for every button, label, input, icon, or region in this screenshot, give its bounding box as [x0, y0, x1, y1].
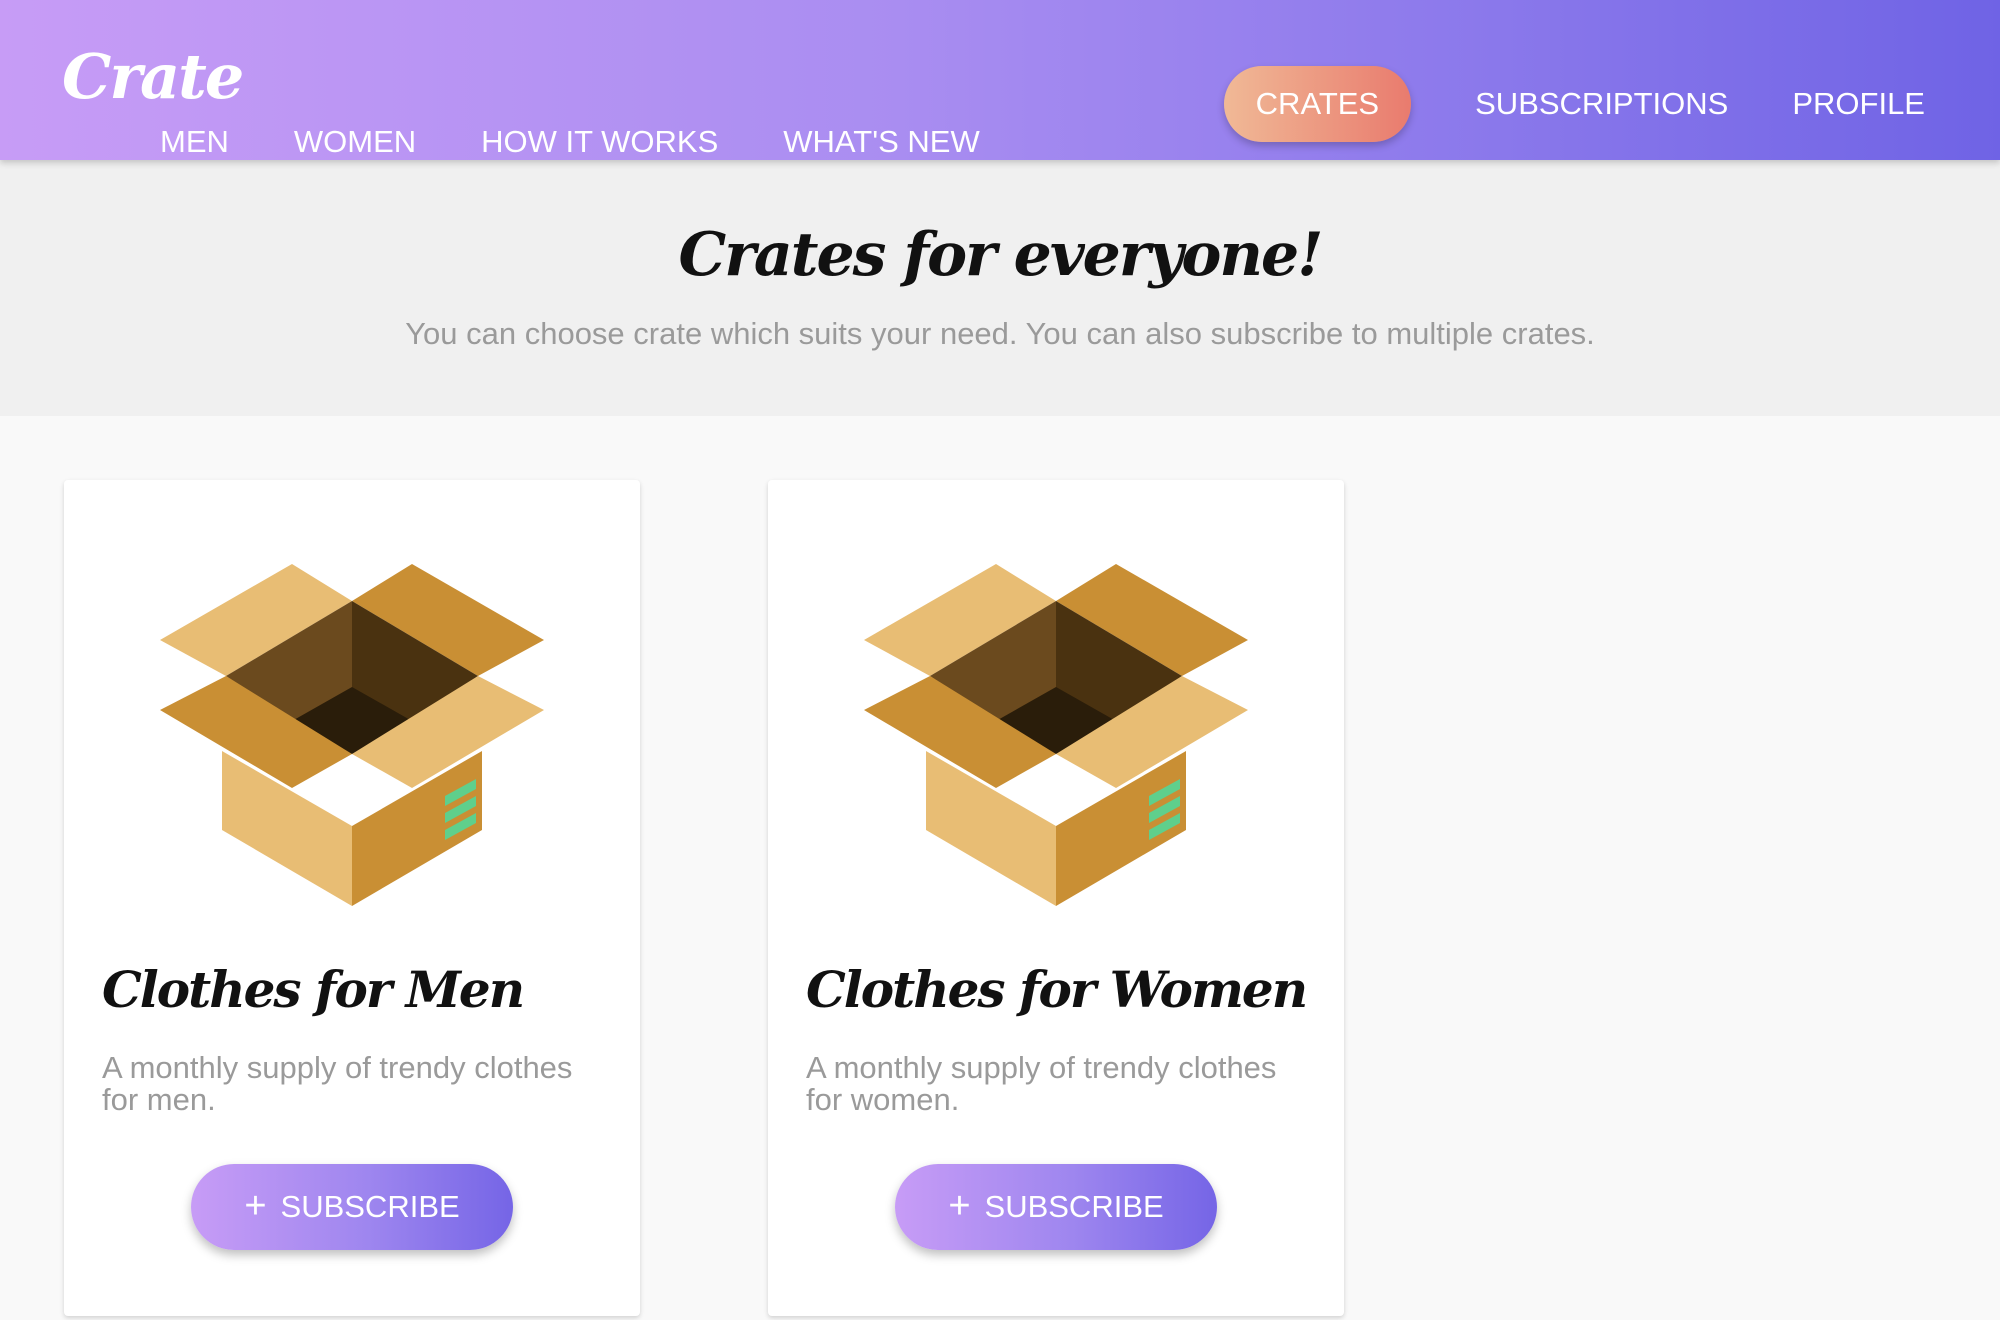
nav-link-subscriptions[interactable]: SUBSCRIPTIONS [1475, 86, 1728, 122]
plus-icon: + [244, 1185, 267, 1227]
subscribe-button[interactable]: + SUBSCRIBE [191, 1164, 513, 1250]
nav-link-women[interactable]: WOMEN [294, 124, 416, 164]
subscribe-button-label: SUBSCRIBE [280, 1189, 460, 1224]
open-box-icon [864, 564, 1248, 906]
hero-section: Crates for everyone! You can choose crat… [0, 160, 2000, 416]
crate-card-men: Clothes for Men A monthly supply of tren… [64, 480, 640, 1316]
page-title: Crates for everyone! [678, 220, 1324, 290]
nav-link-whats-new[interactable]: WHAT'S NEW [783, 124, 980, 164]
nav-link-men[interactable]: MEN [160, 124, 229, 164]
card-description: A monthly supply of trendy clothes for m… [102, 1050, 573, 1117]
subscribe-button-label: SUBSCRIBE [984, 1189, 1164, 1224]
nav-link-how-it-works[interactable]: HOW IT WORKS [481, 124, 718, 164]
crate-card-women: Clothes for Women A monthly supply of tr… [768, 480, 1344, 1316]
logo[interactable]: Crate [62, 40, 244, 113]
nav-link-crates[interactable]: CRATES [1223, 66, 1412, 142]
primary-nav: MEN WOMEN HOW IT WORKS WHAT'S NEW [160, 124, 1045, 164]
page-subtitle: You can choose crate which suits your ne… [405, 316, 1595, 351]
nav-link-profile[interactable]: PROFILE [1792, 86, 1925, 122]
subscribe-button[interactable]: + SUBSCRIBE [895, 1164, 1217, 1250]
card-title: Clothes for Men [102, 960, 525, 1019]
plus-icon: + [948, 1185, 971, 1227]
open-box-icon [160, 564, 544, 906]
card-title: Clothes for Women [806, 960, 1308, 1019]
account-nav: CRATES SUBSCRIPTIONS PROFILE [1223, 66, 1925, 142]
card-description: A monthly supply of trendy clothes for w… [806, 1050, 1277, 1117]
top-navbar: Crate MEN WOMEN HOW IT WORKS WHAT'S NEW … [0, 0, 2000, 160]
